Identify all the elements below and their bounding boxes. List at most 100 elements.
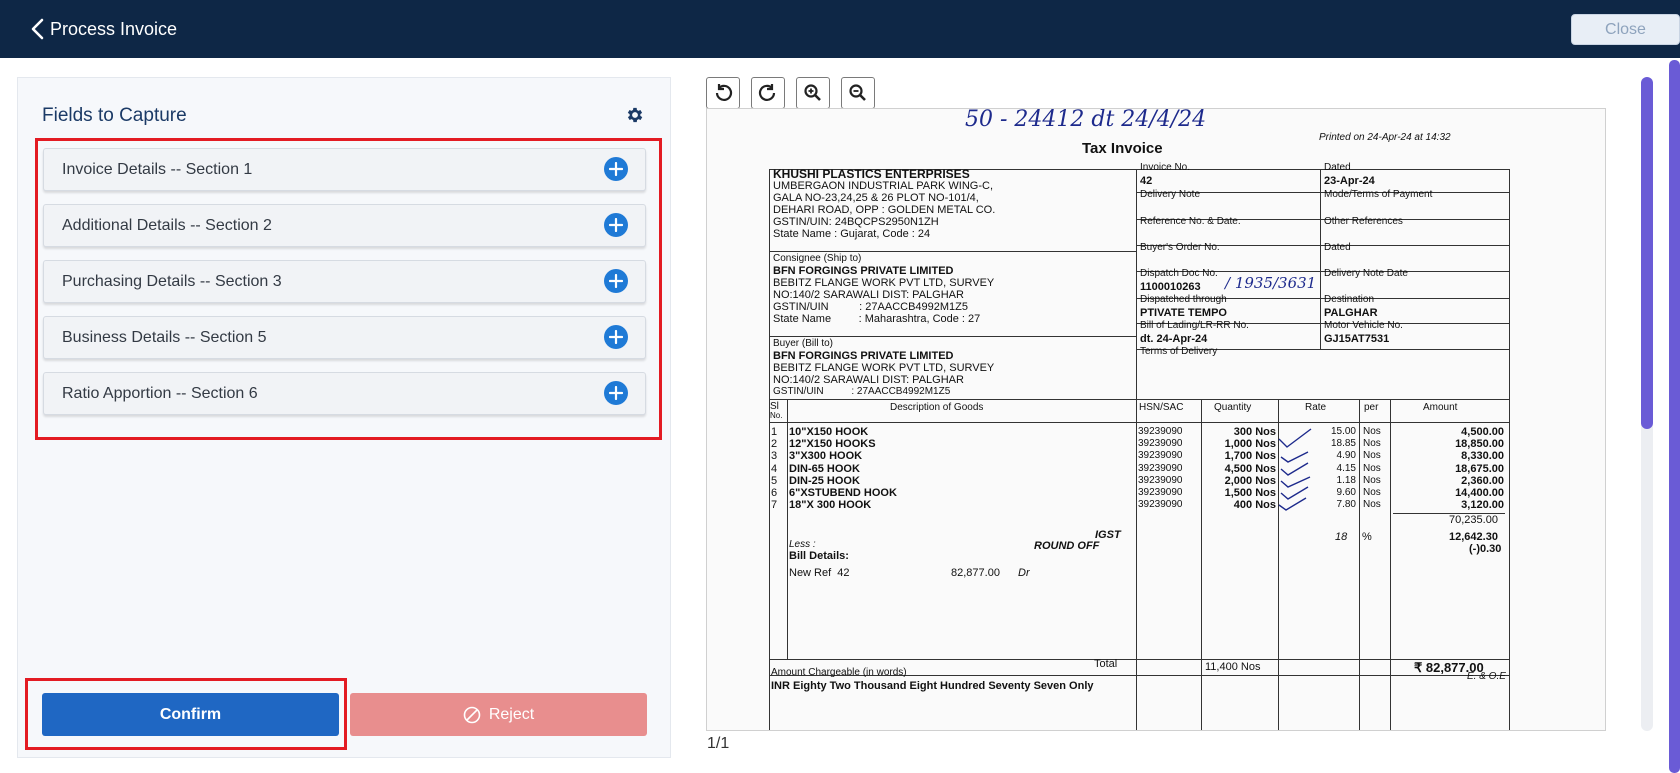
page-count: 1/1 (707, 735, 730, 752)
ban-icon (463, 706, 481, 723)
dispatched-through: PTIVATE TEMPO (1140, 307, 1227, 319)
reference-label: Reference No. & Date. (1140, 216, 1241, 227)
dated: 23-Apr-24 (1324, 175, 1375, 187)
reject-button[interactable]: Reject (350, 693, 647, 736)
rotate-left-button[interactable] (706, 77, 740, 109)
item-hsn: 39239090 (1138, 450, 1183, 462)
invoice-title: Tax Invoice (1082, 140, 1163, 157)
item-qty: 300 Nos (1233, 426, 1276, 438)
invoice-no: 42 (1140, 175, 1153, 187)
section-invoice-details[interactable]: Invoice Details -- Section 1 (43, 148, 646, 191)
top-bar: Process Invoice Close (0, 0, 1680, 58)
seller-line: GALA NO-23,24,25 & 26 PLOT NO-101/4, (773, 192, 979, 204)
consignee-line: BEBITZ FLANGE WORK PVT LTD, SURVEY (773, 277, 995, 289)
add-icon[interactable] (604, 157, 628, 181)
col-hsn: HSN/SAC (1139, 402, 1184, 413)
item-qty: 4,500 Nos (1224, 462, 1276, 475)
document-viewer[interactable]: 50 - 24412 dt 24/4/24 Tax Invoice Printe… (706, 108, 1606, 731)
col-quantity: Quantity (1214, 402, 1252, 413)
invoice-no-label: Invoice No. (1140, 162, 1191, 173)
item-amount: 8,330.00 (1461, 450, 1504, 463)
col-description: Description of Goods (890, 402, 984, 413)
round-off: (-)0.30 (1469, 543, 1502, 555)
bill-details-label: Bill Details: (789, 550, 849, 562)
handwritten-reference: 50 - 24412 dt 24/4/24 (965, 108, 1207, 132)
dispatch-doc-label: Dispatch Doc No. (1140, 268, 1218, 279)
round-off-label: ROUND OFF (1034, 540, 1100, 552)
item-desc: DIN-65 HOOK (789, 462, 860, 475)
less-label: Less : (789, 539, 816, 550)
dispatch-doc: 1100010263 (1140, 281, 1201, 293)
col-amount: Amount (1423, 402, 1458, 413)
seller-line: State Name : Gujarat, Code : 24 (773, 228, 931, 240)
total-quantity: 11,400 Nos (1205, 661, 1261, 673)
zoom-in-button[interactable] (796, 77, 830, 109)
other-references-label: Other References (1324, 216, 1403, 227)
item-desc: 18"X 300 HOOK (789, 499, 872, 512)
add-icon[interactable] (604, 269, 628, 293)
buyer-heading: Buyer (Bill to) (773, 338, 834, 349)
terms-delivery-label: Terms of Delivery (1140, 346, 1218, 357)
item-qty: 400 Nos (1233, 499, 1276, 512)
item-desc: 12"X150 HOOKS (789, 438, 876, 451)
igst-rate: 18 (1335, 531, 1348, 543)
buyer-name: BFN FORGINGS PRIVATE LIMITED (773, 350, 954, 362)
motor-vehicle-label: Motor Vehicle No. (1324, 320, 1403, 331)
zoom-out-button[interactable] (841, 77, 875, 109)
confirm-button[interactable]: Confirm (42, 693, 339, 736)
item-sl: 7 (771, 499, 778, 512)
page-scrollbar[interactable] (1669, 60, 1680, 773)
section-additional-details[interactable]: Additional Details -- Section 2 (43, 204, 646, 247)
zoom-out-icon (849, 84, 866, 101)
amount-words-label: Amount Chargeable (in words) (771, 667, 907, 678)
gear-icon[interactable] (625, 105, 645, 125)
section-ratio-apportion[interactable]: Ratio Apportion -- Section 6 (43, 372, 646, 415)
new-ref-dr: Dr (1018, 567, 1030, 579)
handwritten-ticks (1278, 428, 1312, 511)
bill-lading-label: Bill of Lading/LR-RR No. (1140, 320, 1249, 331)
col-no: No. (770, 411, 783, 420)
motor-vehicle: GJ15AT7531 (1324, 333, 1390, 345)
destination: PALGHAR (1324, 307, 1378, 319)
dated-label: Dated (1324, 242, 1351, 253)
item-amount: 3,120.00 (1461, 499, 1504, 512)
new-ref-amount: 82,877.00 (951, 567, 1000, 579)
item-per: Nos (1363, 487, 1381, 498)
item-sl: 3 (771, 450, 778, 463)
igst-percent: % (1362, 531, 1372, 543)
dispatch-handwritten: / 1935/3631 (1225, 274, 1317, 292)
item-sl: 5 (771, 474, 778, 487)
seller-line: GSTIN/UIN: 24BQCPS2950N1ZH (773, 216, 939, 228)
item-per: Nos (1363, 426, 1381, 437)
add-icon[interactable] (604, 213, 628, 237)
page-title: Process Invoice (50, 19, 178, 39)
item-per: Nos (1363, 462, 1381, 474)
close-button[interactable]: Close (1571, 14, 1680, 45)
item-amount: 18,675.00 (1455, 462, 1504, 475)
back-chevron-icon[interactable] (28, 18, 48, 40)
item-desc: 3"X300 HOOK (789, 450, 863, 463)
item-hsn: 39239090 (1138, 487, 1183, 498)
add-icon[interactable] (604, 325, 628, 349)
item-amount: 18,850.00 (1455, 438, 1504, 451)
seller-line: UMBERGAON INDUSTRIAL PARK WING-C, (773, 180, 994, 192)
item-sl: 6 (771, 487, 778, 499)
item-amount: 2,360.00 (1461, 474, 1504, 487)
item-qty: 1,700 Nos (1224, 450, 1276, 463)
buyer-line: NO:140/2 SARAWALI DIST: PALGHAR (773, 374, 964, 386)
item-qty: 1,500 Nos (1224, 487, 1276, 499)
item-hsn: 39239090 (1138, 474, 1183, 486)
add-icon[interactable] (604, 381, 628, 405)
igst-amount: 12,642.30 (1449, 531, 1498, 543)
viewer-scrollbar-thumb[interactable] (1641, 77, 1653, 429)
rotate-right-button[interactable] (751, 77, 785, 109)
subtotal: 70,235.00 (1449, 514, 1498, 526)
section-label: Purchasing Details -- Section 3 (62, 272, 282, 290)
section-business-details[interactable]: Business Details -- Section 5 (43, 316, 646, 359)
item-desc: 10"X150 HOOK (789, 426, 869, 438)
col-per: per (1364, 402, 1379, 413)
item-qty: 1,000 Nos (1224, 438, 1276, 451)
col-rate: Rate (1305, 402, 1327, 413)
item-desc: 6"XSTUBEND HOOK (789, 487, 897, 499)
section-purchasing-details[interactable]: Purchasing Details -- Section 3 (43, 260, 646, 303)
